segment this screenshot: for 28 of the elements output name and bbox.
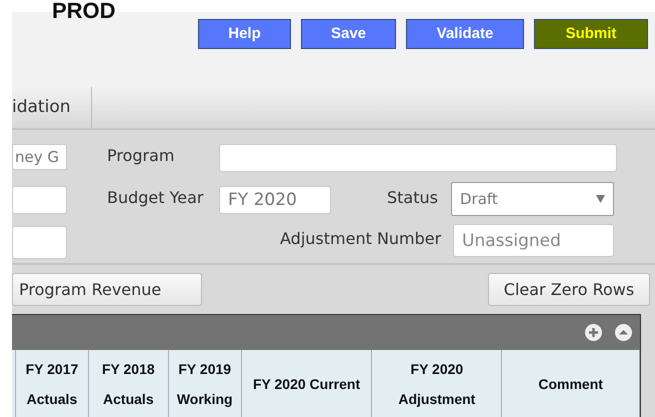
collapse-icon[interactable] — [615, 324, 632, 341]
submit-button[interactable]: Submit — [534, 19, 648, 49]
column-header: FY 2019 Working — [168, 350, 242, 417]
field-label: Program — [107, 145, 175, 167]
adjustment-number-field[interactable]: Unassigned — [453, 224, 614, 257]
budget-year-field[interactable]: FY 2020 — [219, 186, 331, 214]
add-icon[interactable] — [585, 324, 602, 341]
field-label: Status — [387, 187, 438, 209]
column-header: FY 2020 Current — [242, 350, 372, 417]
tab[interactable]: idation — [12, 87, 92, 128]
page-title: PROD — [52, 0, 116, 22]
action-button[interactable]: Clear Zero Rows — [488, 273, 650, 306]
toolbar-button[interactable]: Save — [301, 19, 396, 49]
text-field[interactable] — [12, 186, 67, 214]
field-label: Adjustment Number — [280, 228, 442, 250]
column-header: FY 2017 Actuals — [16, 350, 89, 417]
action-button[interactable]: Program Revenue — [12, 273, 202, 306]
text-field[interactable] — [12, 226, 67, 259]
dropdown-arrow-icon — [596, 195, 605, 203]
status-dropdown[interactable]: Draft — [451, 182, 614, 216]
program-field[interactable] — [219, 144, 617, 172]
toolbar-button[interactable]: Validate — [406, 19, 524, 49]
field-label: Budget Year — [107, 187, 204, 209]
column-header: FY 2018 Actuals — [88, 350, 169, 417]
column-header: FY 2020 Adjustment — [372, 350, 502, 417]
text-field[interactable]: ney G — [12, 144, 67, 170]
column-header: Comment — [502, 350, 640, 417]
toolbar-button[interactable]: Help — [198, 19, 291, 49]
